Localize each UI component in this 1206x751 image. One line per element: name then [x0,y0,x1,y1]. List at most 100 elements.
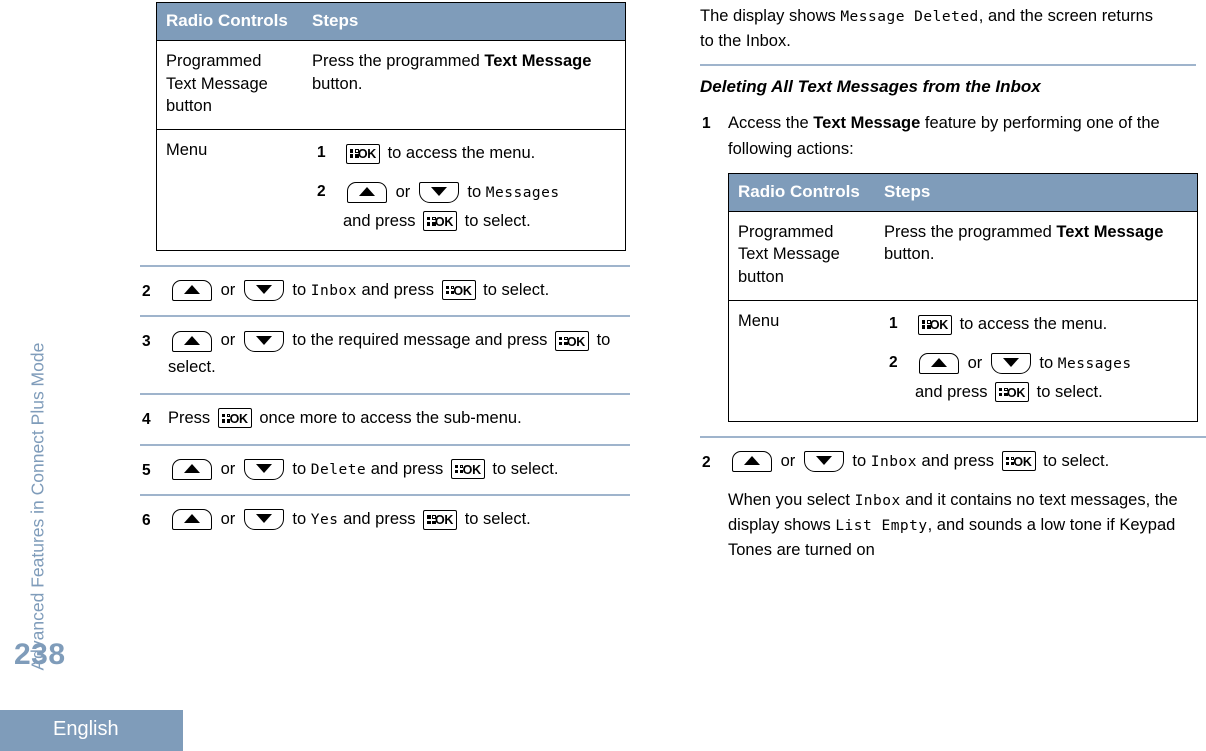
menu-ok-button-icon: OK [555,331,589,352]
ok-grid-cell [427,216,431,221]
procedure-step-1-right: 1 Access the Text Message feature by per… [700,108,1206,171]
right-content-column: The display shows Message Deleted, and t… [700,0,1206,573]
step-text-post: button. [312,74,363,93]
scroll-down-button-icon [243,458,284,480]
substep-tail-post: to select. [460,211,531,230]
step-number: 4 [142,410,151,428]
ok-icon-label: OK [229,411,248,426]
ok-grid-cell [559,336,563,340]
cell-step-press-programmed-button: Press the programmed Text Message button… [303,40,626,130]
ok-grid-cell [454,464,459,469]
down-triangle [255,335,272,345]
step-or: or [216,459,240,478]
substep-list: 1 OK to access the menu. 2 or to Message… [889,310,1188,407]
display-text-message-deleted: Message Deleted [840,9,979,25]
down-triangle [255,514,272,524]
table-header-radio-controls: Radio Controls [728,173,875,212]
menu-ok-button-icon: OK [346,143,380,164]
step-text-bold: Text Message [484,52,592,71]
left-content-column: Radio Controls Steps Programmed Text Mes… [140,0,640,545]
step-to: to [287,280,311,299]
step-mid: and press [338,510,421,529]
display-text-inbox: Inbox [870,453,917,470]
substep-tail-post: to select. [1032,382,1103,401]
radio-controls-table-left: Radio Controls Steps Programmed Text Mes… [156,2,626,251]
note-paragraph-list-empty: When you select Inbox and it contains no… [728,486,1198,572]
ok-grid-cell [350,154,354,158]
down-triangle [255,284,272,294]
cell-step-press-programmed-button: Press the programmed Text Message button… [875,211,1198,301]
up-triangle [184,284,200,294]
step-tail: to select. [460,510,531,529]
step-text-post: button. [884,245,935,264]
menu-ok-button-icon: OK [441,280,476,301]
ok-icon-label: OK [1013,454,1032,469]
display-text-delete: Delete [310,461,367,478]
step-pre: Access the [728,113,814,132]
table-row: Menu 1 OK to access the menu. 2 or to Me… [156,129,626,251]
substep-to: to [1034,353,1058,372]
scroll-up-button-icon [172,458,212,480]
up-triangle [184,514,200,524]
up-triangle [931,358,947,367]
substep-text: to access the menu. [955,314,1108,333]
step-mid: and press [366,459,448,478]
display-text-list-empty: List Empty [835,518,928,535]
cell-step-menu-navigation: 1 OK to access the menu. 2 or to Message… [875,299,1198,422]
scroll-up-button-icon [347,182,387,204]
table-row: Menu 1 OK to access the menu. 2 or to Me… [728,299,1198,422]
scroll-up-button-icon [172,509,212,531]
menu-ok-button-icon: OK [423,211,458,232]
step-number: 1 [702,114,711,132]
table-row: Programmed Text Message button Press the… [156,40,626,130]
step-text-pre: Press the programmed [312,52,485,71]
ok-icon-label: OK [1006,385,1026,400]
down-triangle [815,455,832,465]
ok-grid-cell [999,393,1003,397]
display-text-messages: Messages [1057,355,1132,372]
step-to: to [287,459,311,478]
menu-ok-button-icon: OK [1001,451,1036,472]
scroll-down-button-icon [243,279,284,301]
substep-item: 1 OK to access the menu. [889,310,1188,339]
substep-or: or [391,182,415,201]
scroll-down-button-icon [243,330,284,352]
table-header-steps: Steps [875,173,1198,212]
substep-to: to [462,182,486,201]
scroll-down-button-icon [990,353,1031,374]
ok-icon-label: OK [434,513,454,528]
table-header-radio-controls: Radio Controls [156,2,303,41]
result-pre: The display shows [700,7,841,25]
cell-control-menu: Menu [728,299,875,422]
step-number: 2 [142,282,151,300]
substep-or: or [963,353,987,372]
scroll-down-button-icon [803,450,844,472]
ok-icon-label: OK [929,318,948,333]
ok-grid-cell [454,469,459,474]
scroll-up-button-icon [172,330,212,352]
step-number: 5 [142,461,151,479]
ok-icon-label: OK [434,214,454,229]
substep-number: 2 [889,353,898,371]
ok-grid-cell [445,291,449,295]
scroll-down-button-icon [243,509,284,531]
menu-ok-button-icon: OK [217,408,252,429]
ok-grid-cell [1005,461,1009,466]
step-tail: to select. [1038,451,1110,470]
step-or: or [216,510,240,529]
ok-icon-label: OK [566,334,585,349]
substep-number: 1 [317,144,326,162]
ok-grid-cell [221,413,226,418]
language-footer-label: English [53,718,119,740]
procedure-step-2: 2 or to Inbox and press OK to select. [140,264,630,316]
menu-ok-button-icon: OK [995,382,1030,403]
substep-item: 1 OK to access the menu. [317,139,616,168]
table-header-row: Radio Controls Steps [728,173,1198,212]
step-mid: and press [356,280,439,299]
step-or: or [216,331,240,350]
step-or: or [776,451,800,470]
step-to: to [287,510,311,529]
page-number: 238 [14,638,66,671]
step-tail: to select. [478,280,550,299]
scroll-down-button-icon [418,182,459,204]
